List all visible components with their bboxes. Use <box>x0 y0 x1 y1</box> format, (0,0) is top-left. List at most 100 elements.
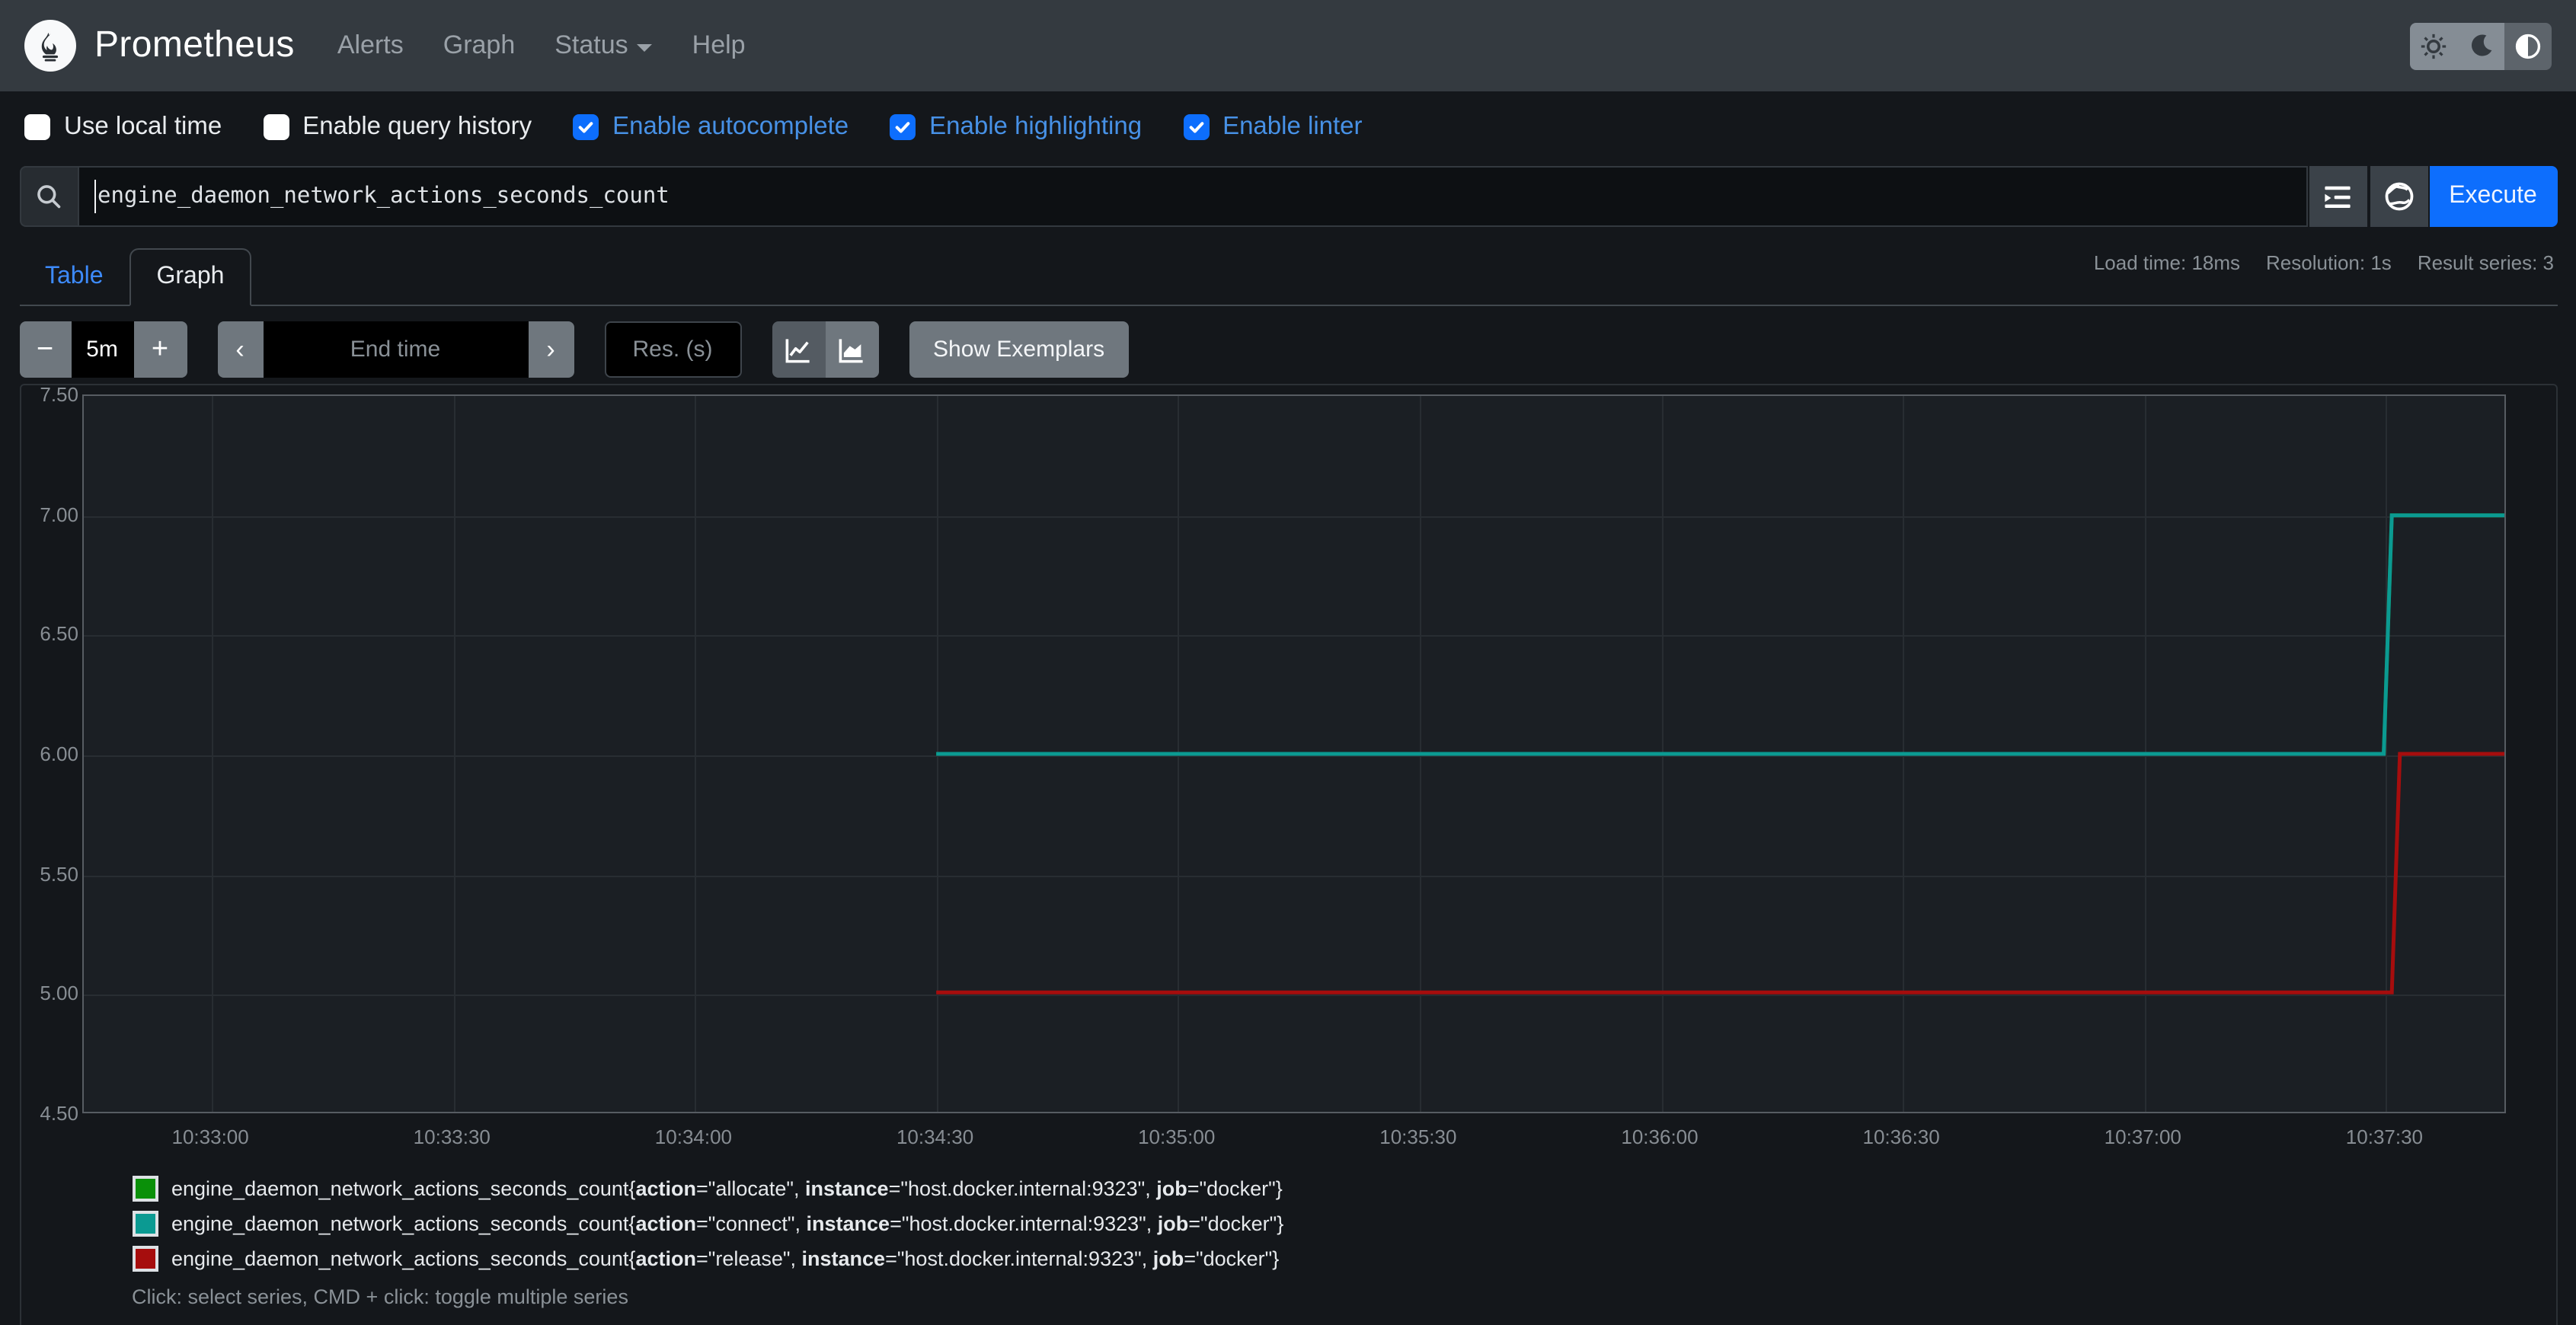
end-time-input[interactable]: End time <box>263 321 528 378</box>
tab-graph[interactable]: Graph <box>129 248 252 306</box>
x-tick-label: 10:35:30 <box>1379 1125 1457 1148</box>
resolution-input[interactable]: Res. (s) <box>604 321 741 378</box>
nav-item-graph[interactable]: Graph <box>443 30 516 61</box>
insert-metric-icon <box>2325 185 2351 208</box>
globe-icon <box>2384 182 2413 211</box>
y-tick-label: 6.50 <box>40 622 78 646</box>
chevron-down-icon <box>637 43 653 51</box>
metrics-explorer-button[interactable] <box>2368 166 2429 227</box>
range-control-group: − 5m + <box>19 321 187 378</box>
query-bar: engine_daemon_network_actions_seconds_co… <box>19 166 2557 227</box>
enable-highlighting-checkbox[interactable]: Enable highlighting <box>890 113 1142 142</box>
series-swatch-icon <box>132 1246 158 1272</box>
stacked-chart-button[interactable] <box>825 321 878 378</box>
theme-toggle-group <box>2410 22 2552 69</box>
x-tick-label: 10:34:30 <box>896 1125 974 1148</box>
y-tick-label: 4.50 <box>40 1102 78 1125</box>
y-tick-label: 6.00 <box>40 742 78 765</box>
chart-plot-area[interactable] <box>81 394 2505 1113</box>
area-chart-icon <box>839 338 863 362</box>
brand[interactable]: Prometheus <box>24 20 295 72</box>
decrease-range-button[interactable]: − <box>19 321 71 378</box>
series-line <box>935 513 2504 756</box>
nav-item-help[interactable]: Help <box>692 30 746 61</box>
y-tick-label: 5.50 <box>40 862 78 886</box>
series-label: engine_daemon_network_actions_seconds_co… <box>171 1212 1284 1235</box>
line-chart-icon <box>785 338 810 362</box>
auto-theme-button[interactable] <box>2504 22 2552 69</box>
panel-tabs: Table Graph Load time: 18ms Resolution: … <box>19 239 2557 306</box>
x-tick-label: 10:37:00 <box>2104 1125 2181 1148</box>
time-back-button[interactable]: ‹ <box>217 321 263 378</box>
x-tick-label: 10:33:00 <box>171 1125 249 1148</box>
chevron-right-icon: › <box>546 334 555 363</box>
legend: engine_daemon_network_actions_seconds_co… <box>132 1176 1283 1272</box>
y-tick-label: 7.50 <box>40 383 78 406</box>
x-tick-label: 10:37:30 <box>2345 1125 2424 1148</box>
nav-item-status[interactable]: Status <box>555 30 653 61</box>
prometheus-logo-icon <box>24 20 76 72</box>
brand-title: Prometheus <box>94 24 295 65</box>
series-line <box>935 513 2504 756</box>
time-forward-button[interactable]: › <box>528 321 574 378</box>
range-input[interactable]: 5m <box>71 321 133 378</box>
chart-type-toggle <box>772 321 878 378</box>
series-line <box>935 752 2504 995</box>
nav-links: Alerts Graph Status Help <box>337 30 2410 61</box>
show-exemplars-button[interactable]: Show Exemplars <box>909 321 1130 378</box>
series-lines <box>935 513 2504 995</box>
x-tick-label: 10:33:30 <box>413 1125 491 1148</box>
query-options-button[interactable] <box>2307 166 2368 227</box>
chevron-left-icon: ‹ <box>235 334 244 363</box>
sun-icon <box>2421 33 2447 59</box>
series-label: engine_daemon_network_actions_seconds_co… <box>171 1247 1280 1270</box>
prometheus-app: Prometheus Alerts Graph Status Help Use … <box>0 0 2576 1325</box>
series-swatch-icon <box>132 1211 158 1237</box>
x-tick-label: 10:36:30 <box>1862 1125 1940 1148</box>
search-icon-box <box>19 166 77 227</box>
query-expression-input[interactable]: engine_daemon_network_actions_seconds_co… <box>77 166 2307 227</box>
dark-theme-button[interactable] <box>2457 22 2504 69</box>
moon-icon <box>2470 34 2491 56</box>
series-label: engine_daemon_network_actions_seconds_co… <box>171 1177 1283 1200</box>
legend-item[interactable]: engine_daemon_network_actions_seconds_co… <box>132 1176 1283 1202</box>
increase-range-button[interactable]: + <box>133 321 187 378</box>
x-tick-label: 10:36:00 <box>1621 1125 1699 1148</box>
legend-item[interactable]: engine_daemon_network_actions_seconds_co… <box>132 1211 1283 1237</box>
nav-item-alerts[interactable]: Alerts <box>337 30 404 61</box>
checkbox-checked-icon <box>573 114 599 140</box>
x-tick-label: 10:35:00 <box>1138 1125 1216 1148</box>
endtime-control-group: ‹ End time › <box>217 321 574 378</box>
y-tick-label: 7.00 <box>40 503 78 526</box>
page: Prometheus Alerts Graph Status Help Use … <box>0 0 2576 1325</box>
legend-hint: Click: select series, CMD + click: toggl… <box>132 1285 628 1308</box>
light-theme-button[interactable] <box>2410 22 2457 69</box>
result-series-stat: Result series: 3 <box>2417 251 2554 274</box>
y-tick-label: 5.00 <box>40 982 78 1005</box>
use-local-time-checkbox[interactable]: Use local time <box>24 113 222 142</box>
query-expression-text: engine_daemon_network_actions_seconds_co… <box>97 184 670 209</box>
x-tick-label: 10:34:00 <box>654 1125 733 1148</box>
enable-autocomplete-checkbox[interactable]: Enable autocomplete <box>573 113 849 142</box>
checkbox-checked-icon <box>890 114 916 140</box>
execute-button[interactable]: Execute <box>2429 166 2557 227</box>
load-time-stat: Load time: 18ms <box>2093 251 2241 274</box>
enable-query-history-checkbox[interactable]: Enable query history <box>263 113 532 142</box>
line-chart-button[interactable] <box>772 321 825 378</box>
search-icon <box>37 185 61 209</box>
resolution-stat: Resolution: 1s <box>2266 251 2392 274</box>
graph-panel: 7.50 7.00 6.50 6.00 5.50 5.00 4.50 10:33:00 10:… <box>19 383 2557 1325</box>
checkbox-checked-icon <box>1183 114 1210 140</box>
query-options-row: Use local time Enable query history Enab… <box>0 91 2576 157</box>
circle-half-icon <box>2515 33 2541 59</box>
legend-item[interactable]: engine_daemon_network_actions_seconds_co… <box>132 1246 1283 1272</box>
enable-linter-checkbox[interactable]: Enable linter <box>1183 113 1363 142</box>
series-swatch-icon <box>132 1176 158 1202</box>
navbar: Prometheus Alerts Graph Status Help <box>0 0 2576 91</box>
query-stats: Load time: 18ms Resolution: 1s Result se… <box>2094 251 2554 274</box>
checkbox-icon <box>263 114 289 140</box>
checkbox-icon <box>24 114 50 140</box>
graph-controls: − 5m + ‹ End time › Res. (s) Show Exempl… <box>19 321 2557 378</box>
text-cursor <box>94 180 96 213</box>
tab-table[interactable]: Table <box>19 250 129 305</box>
